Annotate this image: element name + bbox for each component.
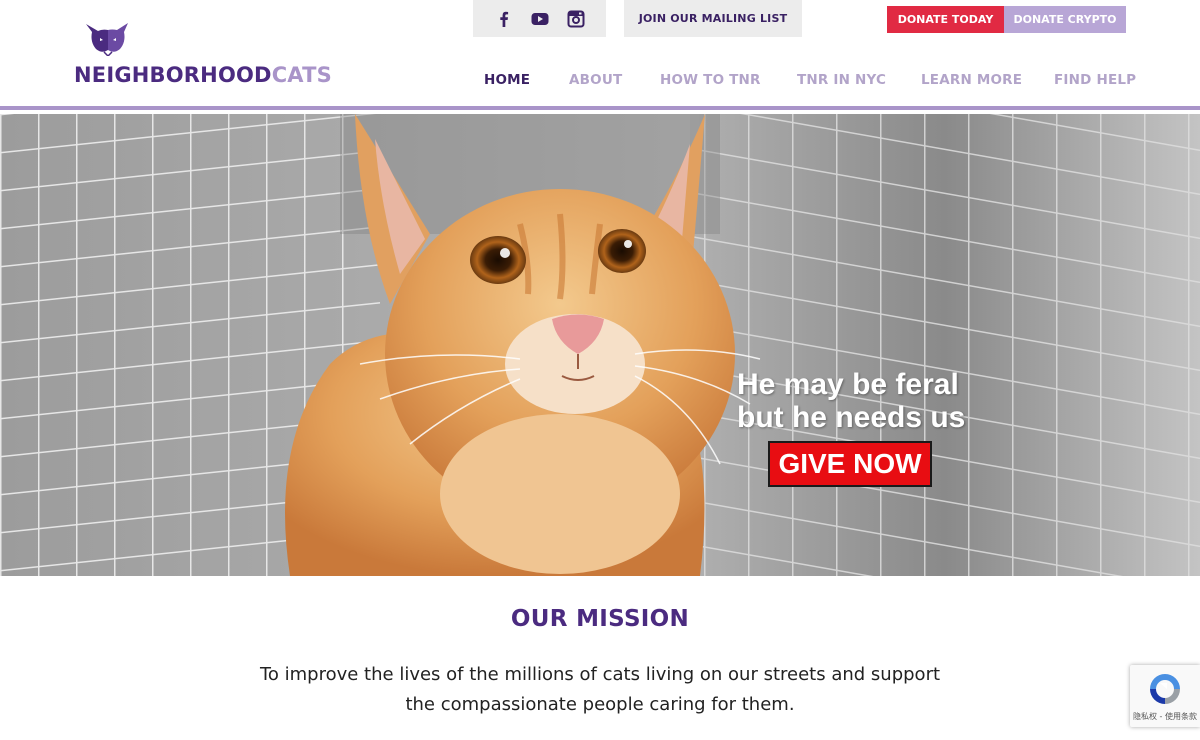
nav-item-find-help[interactable]: FIND HELP <box>1054 72 1136 88</box>
hero-cat-photo <box>0 114 1200 576</box>
youtube-link[interactable] <box>531 10 549 28</box>
join-mailing-list-button[interactable]: JOIN OUR MAILING LIST <box>624 0 802 37</box>
logo-text-neighborhood: NEIGHBORHOOD <box>74 63 272 87</box>
give-now-button[interactable]: GIVE NOW <box>768 441 932 487</box>
hero-caption: He may be feral but he needs us <box>737 368 965 434</box>
donate-today-button[interactable]: DONATE TODAY <box>887 6 1004 33</box>
logo-wordmark: NEIGHBORHOODCATS <box>74 63 332 87</box>
facebook-link[interactable] <box>495 10 513 28</box>
nav-item-learn-more[interactable]: LEARN MORE <box>921 72 1022 88</box>
hero-banner: He may be feral but he needs us GIVE NOW <box>0 114 1200 576</box>
mission-text: To improve the lives of the millions of … <box>259 664 941 715</box>
nav-item-home[interactable]: HOME <box>484 72 530 88</box>
cat-logo-icon <box>86 23 128 56</box>
recaptcha-badge[interactable]: 隐私权 - 使用条款 <box>1130 665 1200 727</box>
instagram-icon <box>567 10 584 27</box>
social-links <box>473 0 606 37</box>
facebook-icon <box>499 11 508 27</box>
hero-line-2: but he needs us <box>737 401 966 434</box>
instagram-link[interactable] <box>567 10 585 28</box>
donate-crypto-button[interactable]: DONATE CRYPTO <box>1004 6 1126 33</box>
recaptcha-icon <box>1150 674 1180 704</box>
hero-line-1: He may be feral <box>737 368 959 401</box>
nav-item-about[interactable]: ABOUT <box>569 72 622 88</box>
main-nav: HOME ABOUT HOW TO TNR TNR IN NYC LEARN M… <box>484 72 1144 92</box>
site-logo[interactable]: NEIGHBORHOODCATS <box>74 20 334 90</box>
youtube-icon <box>531 12 548 25</box>
site-header: NEIGHBORHOODCATS JOIN OUR MAILING LIST D… <box>0 0 1200 110</box>
nav-item-how-to-tnr[interactable]: HOW TO TNR <box>660 72 761 88</box>
logo-text-cats: CATS <box>271 63 332 87</box>
mission-title: OUR MISSION <box>510 606 690 632</box>
nav-item-tnr-in-nyc[interactable]: TNR IN NYC <box>797 72 886 88</box>
recaptcha-links[interactable]: 隐私权 - 使用条款 <box>1132 711 1198 722</box>
